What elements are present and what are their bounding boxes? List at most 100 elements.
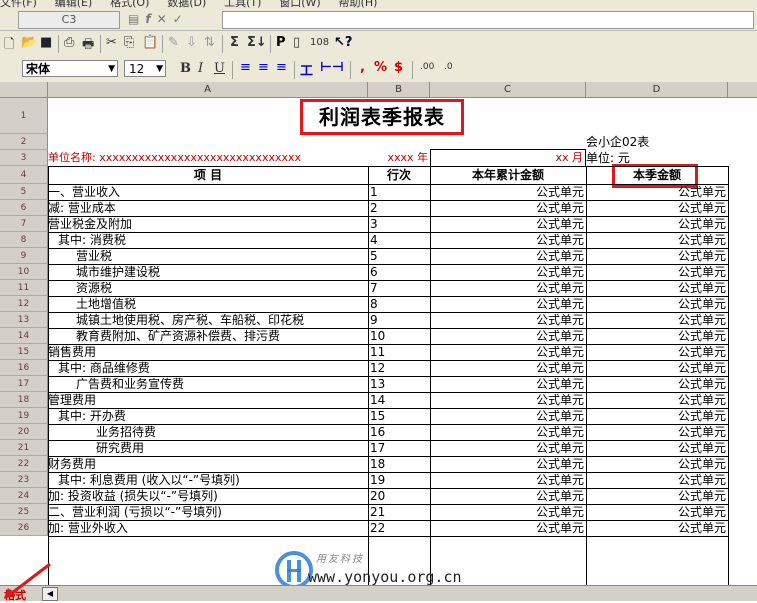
line-number-cell[interactable]: 5 (370, 248, 428, 264)
column-header-d[interactable]: D (586, 82, 728, 98)
row-header[interactable]: 4 (0, 166, 48, 184)
ytd-amount-cell[interactable]: 公式单元 (430, 216, 584, 232)
menu-data[interactable]: 数据(D) (167, 0, 206, 8)
header-item[interactable]: 项 目 (48, 166, 368, 184)
sum-total-icon[interactable]: Σ↓ (247, 35, 267, 50)
italic-button[interactable]: I (198, 61, 203, 76)
merge-cells-icon[interactable]: ⊢⊣ (320, 60, 344, 75)
fill-icon[interactable]: ⇩ (186, 35, 197, 50)
font-size-select[interactable]: 12 ▼ (124, 60, 166, 77)
item-cell[interactable]: 加: 营业外收入 (48, 520, 368, 536)
line-number-cell[interactable]: 7 (370, 280, 428, 296)
item-cell[interactable]: 教育费附加、矿产资源补偿费、排污费 (76, 328, 368, 344)
ytd-amount-cell[interactable]: 公式单元 (430, 200, 584, 216)
quarter-amount-cell[interactable]: 公式单元 (586, 376, 726, 392)
line-number-cell[interactable]: 21 (370, 504, 428, 520)
item-cell[interactable]: 城市维护建设税 (76, 264, 368, 280)
line-number-cell[interactable]: 15 (370, 408, 428, 424)
ytd-amount-cell[interactable]: 公式单元 (430, 312, 584, 328)
underline-button[interactable]: U (214, 61, 225, 76)
quarter-amount-cell[interactable]: 公式单元 (586, 360, 726, 376)
percent-style-button[interactable]: % (374, 60, 387, 75)
quarter-amount-cell[interactable]: 公式单元 (586, 248, 726, 264)
quarter-amount-cell[interactable]: 公式单元 (586, 504, 726, 520)
quarter-amount-cell[interactable]: 公式单元 (586, 456, 726, 472)
ytd-amount-cell[interactable]: 公式单元 (430, 280, 584, 296)
row-header[interactable]: 12 (0, 296, 48, 312)
item-cell[interactable]: 城镇土地使用税、房产税、车船税、印花税 (76, 312, 368, 328)
quarter-amount-cell[interactable]: 公式单元 (586, 184, 726, 200)
cell-reference-box[interactable]: C3 (18, 11, 120, 29)
line-number-cell[interactable]: 16 (370, 424, 428, 440)
menu-edit[interactable]: 编辑(E) (55, 0, 93, 8)
line-number-cell[interactable]: 18 (370, 456, 428, 472)
page-setup-icon[interactable]: P (276, 35, 286, 50)
zoom-icon[interactable]: 108 (310, 37, 329, 48)
item-cell[interactable]: 财务费用 (48, 456, 368, 472)
column-header-c[interactable]: C (430, 82, 586, 98)
line-number-cell[interactable]: 1 (370, 184, 428, 200)
menu-tools[interactable]: 工具(T) (224, 0, 261, 8)
quarter-amount-cell[interactable]: 公式单元 (586, 264, 726, 280)
row-header[interactable]: 16 (0, 360, 48, 376)
menu-help[interactable]: 帮助(H) (339, 0, 378, 8)
ytd-amount-cell[interactable]: 公式单元 (430, 392, 584, 408)
help-pointer-icon[interactable]: ↖? (334, 35, 352, 50)
quarter-amount-cell[interactable]: 公式单元 (586, 472, 726, 488)
align-center-icon[interactable]: ≡ (258, 60, 269, 75)
ytd-amount-cell[interactable]: 公式单元 (430, 376, 584, 392)
quarter-amount-cell[interactable]: 公式单元 (586, 296, 726, 312)
line-number-cell[interactable]: 14 (370, 392, 428, 408)
function-icon[interactable]: f (145, 12, 156, 26)
vertical-align-icon[interactable]: 工 (300, 60, 313, 79)
row-header[interactable]: 7 (0, 216, 48, 232)
item-cell[interactable]: 加: 投资收益 (损失以“-”号填列) (48, 488, 368, 504)
ytd-amount-cell[interactable]: 公式单元 (430, 520, 584, 536)
item-cell[interactable]: 其中: 利息费用 (收入以“-”号填列) (58, 472, 368, 488)
cut-icon[interactable]: ✂ (106, 35, 117, 50)
row-header[interactable]: 6 (0, 200, 48, 216)
page-icon[interactable]: ▯ (293, 35, 300, 50)
line-number-cell[interactable]: 13 (370, 376, 428, 392)
ytd-amount-cell[interactable]: 公式单元 (430, 456, 584, 472)
row-header[interactable]: 13 (0, 312, 48, 328)
month-cell-selected[interactable]: xx 月 (430, 149, 586, 167)
item-cell[interactable]: 减: 营业成本 (48, 200, 368, 216)
confirm-icon[interactable]: ✓ (173, 12, 189, 26)
row-header[interactable]: 11 (0, 280, 48, 296)
item-cell[interactable]: 二、营业利润 (亏损以“-”号填列) (48, 504, 368, 520)
ytd-amount-cell[interactable]: 公式单元 (430, 248, 584, 264)
line-number-cell[interactable]: 3 (370, 216, 428, 232)
quarter-amount-cell[interactable]: 公式单元 (586, 392, 726, 408)
ytd-amount-cell[interactable]: 公式单元 (430, 328, 584, 344)
item-cell[interactable]: 营业税金及附加 (48, 216, 368, 232)
column-header-e[interactable] (728, 82, 757, 98)
item-cell[interactable]: 管理费用 (48, 392, 368, 408)
ytd-amount-cell[interactable]: 公式单元 (430, 296, 584, 312)
line-number-cell[interactable]: 2 (370, 200, 428, 216)
print-preview-icon[interactable]: ⎙ (64, 35, 74, 50)
row-header[interactable]: 23 (0, 472, 48, 488)
ytd-amount-cell[interactable]: 公式单元 (430, 232, 584, 248)
book-icon[interactable]: ▤ (128, 12, 145, 26)
unit-name-label[interactable]: 单位名称: xxxxxxxxxxxxxxxxxxxxxxxxxxxxxxx (48, 150, 368, 166)
align-left-icon[interactable]: ≡ (240, 60, 251, 75)
quarter-amount-cell[interactable]: 公式单元 (586, 216, 726, 232)
quarter-amount-cell[interactable]: 公式单元 (586, 488, 726, 504)
quarter-amount-cell[interactable]: 公式单元 (586, 408, 726, 424)
bold-button[interactable]: B (180, 61, 191, 76)
item-cell[interactable]: 土地增值税 (76, 296, 368, 312)
item-cell[interactable]: 资源税 (76, 280, 368, 296)
quarter-amount-cell[interactable]: 公式单元 (586, 440, 726, 456)
row-header[interactable]: 15 (0, 344, 48, 360)
quarter-amount-cell[interactable]: 公式单元 (586, 520, 726, 536)
row-header[interactable]: 9 (0, 248, 48, 264)
select-all-corner[interactable] (0, 82, 48, 98)
ytd-amount-cell[interactable]: 公式单元 (430, 424, 584, 440)
new-document-icon[interactable]: 🗋 (4, 35, 14, 57)
save-icon[interactable]: ■ (40, 35, 52, 50)
currency-style-button[interactable]: $ (394, 60, 403, 75)
ytd-amount-cell[interactable]: 公式单元 (430, 440, 584, 456)
row-header[interactable]: 19 (0, 408, 48, 424)
format-painter-icon[interactable]: ✎ (168, 35, 179, 50)
